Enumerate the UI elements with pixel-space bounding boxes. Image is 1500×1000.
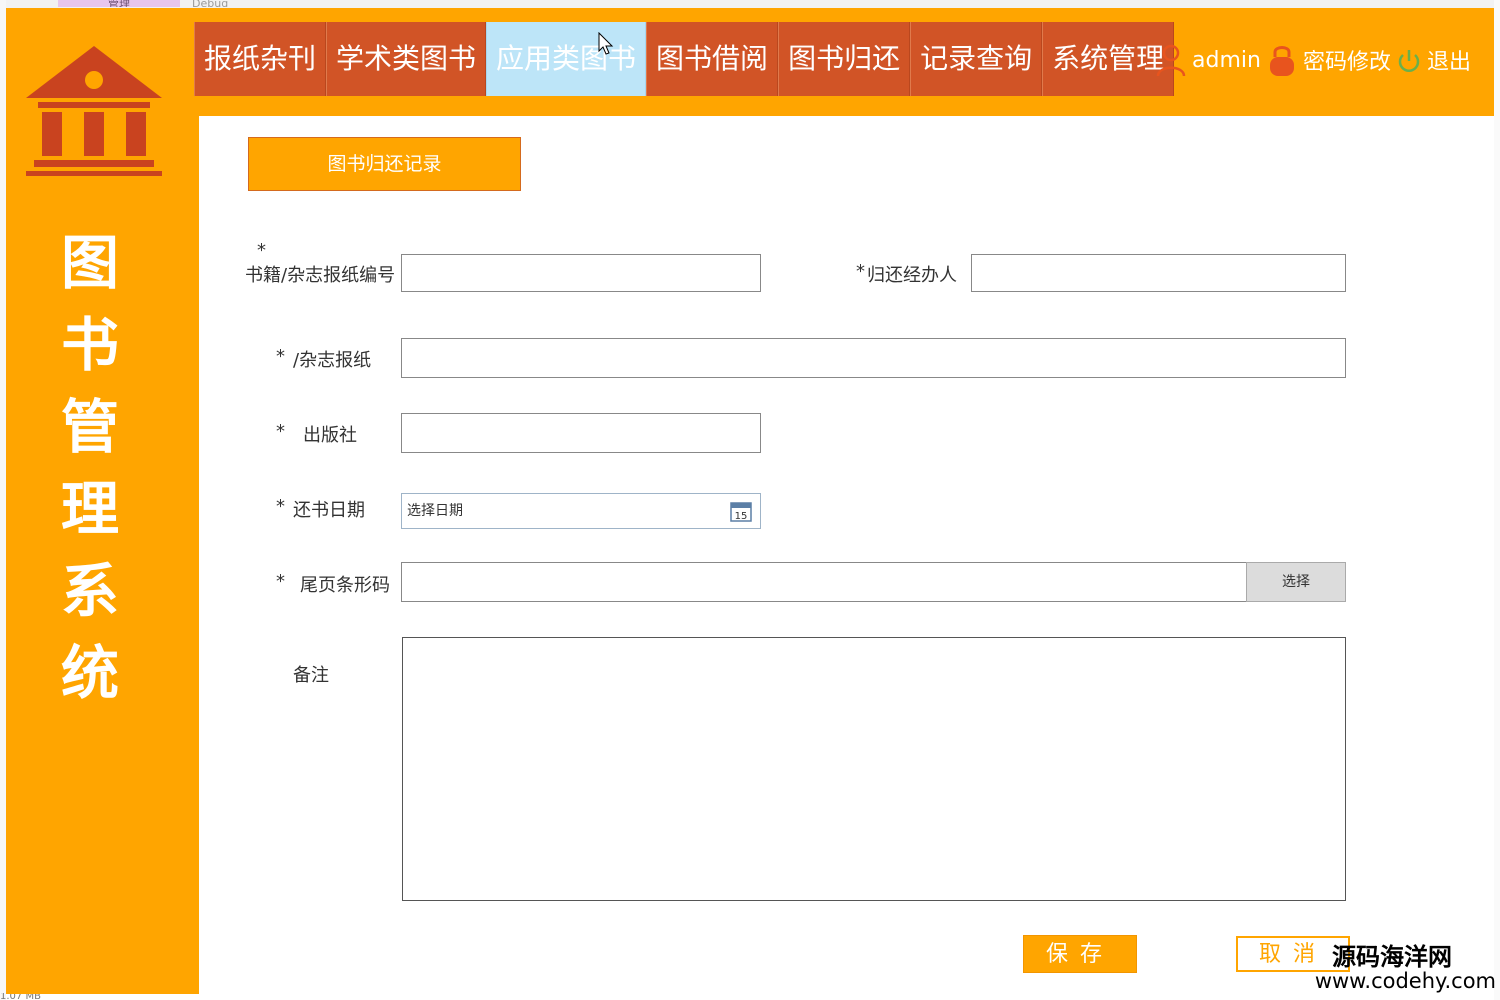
background-tab: 管理 [58,0,180,7]
calendar-icon[interactable]: 15 [730,500,752,522]
remark-textarea[interactable] [402,637,1346,901]
user-icon [1156,44,1186,77]
book-number-input[interactable] [401,254,761,292]
return-record-tab[interactable]: 图书归还记录 [248,137,521,191]
calendar-day-text: 15 [735,511,748,522]
lock-icon [1269,46,1294,76]
required-mark: * [276,571,285,592]
magazine-input[interactable] [401,338,1346,378]
nav-records[interactable]: 记录查询 [910,22,1043,96]
magazine-label: /杂志报纸 [293,350,372,371]
background-tab-debug: Debug [192,0,229,7]
publisher-input[interactable] [401,413,761,453]
required-mark: * [276,496,285,517]
system-title-char: 书 [60,311,119,379]
system-title-char: 图 [60,229,119,297]
nav-newspapers[interactable]: 报纸杂刊 [194,22,327,96]
system-title-char: 管 [60,393,119,461]
required-mark: * [276,421,285,442]
background-status-text: 1.07 MB [0,993,41,1000]
required-mark: * [257,240,266,261]
mouse-cursor-icon [598,32,614,55]
handler-input[interactable] [971,254,1346,292]
watermark: 源码海洋网 www.codehy.com [1296,945,1496,993]
barcode-input[interactable] [401,562,1247,602]
main-panel: 图书归还记录 * 书籍/杂志报纸编号 * 归还经办人 * /杂志报纸 * 出版社… [199,116,1494,994]
app-window: 图 书 管 理 系 统 报纸杂刊 学术类图书 应用类图书 图书借阅 图书归还 记… [6,8,1494,994]
system-title-char: 统 [60,639,119,707]
required-mark: * [276,346,285,367]
nav-borrow[interactable]: 图书借阅 [646,22,779,96]
sidebar: 图 书 管 理 系 统 [6,8,199,994]
watermark-title: 源码海洋网 [1332,943,1452,971]
system-title-char: 理 [60,475,119,543]
remark-label: 备注 [293,665,329,686]
watermark-url: www.codehy.com [1314,969,1496,993]
library-building-icon [26,46,162,176]
barcode-select-button[interactable]: 选择 [1246,562,1346,602]
logout-link[interactable]: 退出 [1427,44,1471,76]
system-title: 图 书 管 理 系 统 [56,222,124,714]
nav-applied-books[interactable]: 应用类图书 [486,22,647,96]
handler-label: 归还经办人 [867,265,957,286]
user-bar: admin 密码修改 退出 [1156,40,1477,80]
return-date-input[interactable]: 选择日期 15 [401,493,761,529]
change-password-link[interactable]: 密码修改 [1303,44,1391,76]
return-date-placeholder: 选择日期 [407,503,463,519]
background-window-edge-right [1494,0,1500,1000]
nav-academic-books[interactable]: 学术类图书 [326,22,487,96]
book-number-label: 书籍/杂志报纸编号 [245,265,396,286]
return-date-label: 还书日期 [293,500,365,521]
nav-return[interactable]: 图书归还 [778,22,911,96]
top-nav: 报纸杂刊 学术类图书 应用类图书 图书借阅 图书归还 记录查询 系统管理 [194,22,1175,96]
nav-system[interactable]: 系统管理 [1042,22,1175,96]
save-button[interactable]: 保存 [1023,935,1137,973]
barcode-label: 尾页条形码 [300,575,390,596]
required-mark: * [856,261,865,282]
publisher-label: 出版社 [303,425,357,446]
system-title-char: 系 [60,557,119,625]
power-icon [1398,50,1420,72]
username-link[interactable]: admin [1192,48,1261,73]
